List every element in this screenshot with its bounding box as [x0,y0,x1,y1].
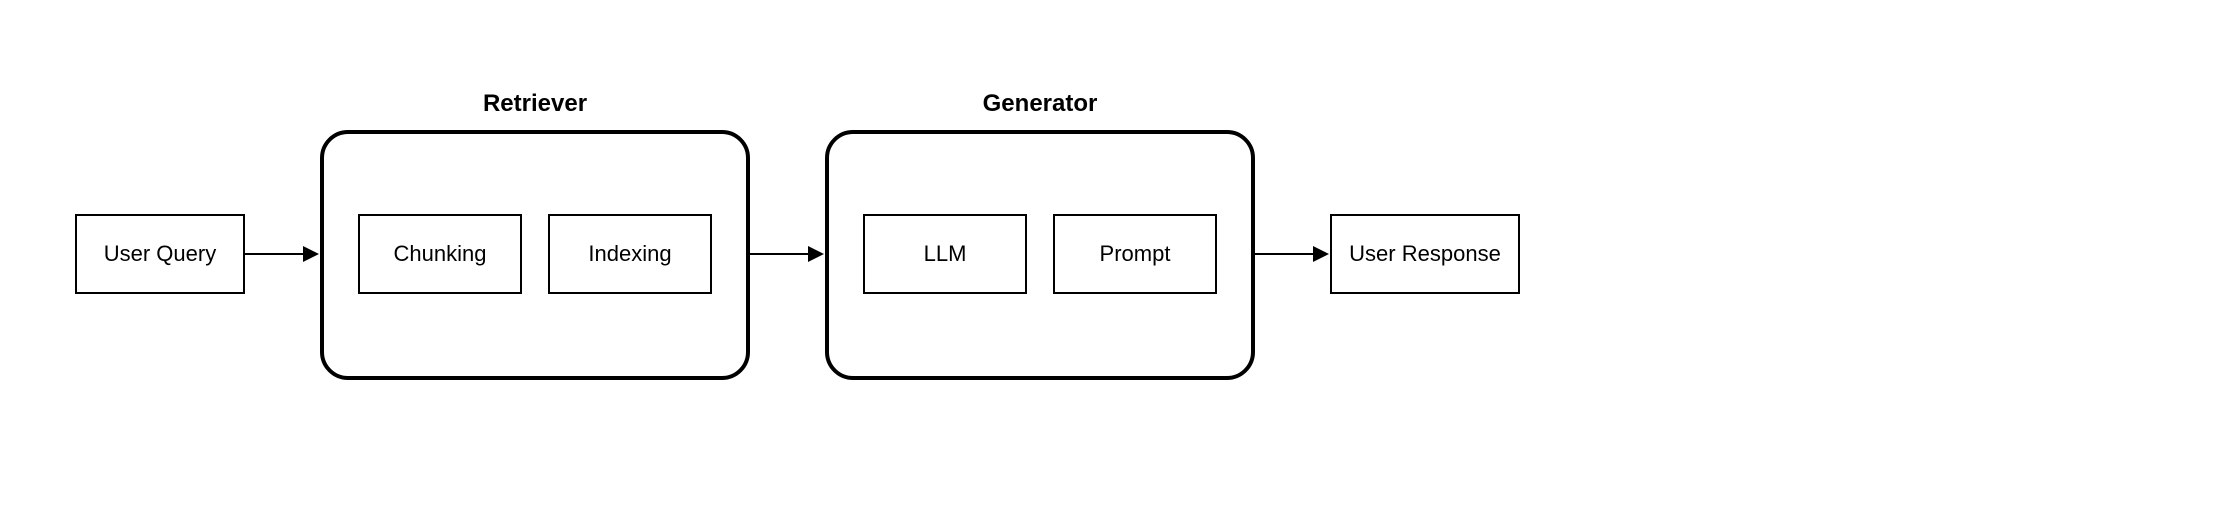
indexing-box: Indexing [548,214,712,294]
arrow-retriever-generator [750,253,810,255]
retriever-group-label: Retriever [320,90,750,118]
generator-group-label: Generator [825,90,1255,118]
user-query-box: User Query [75,214,245,294]
llm-box: LLM [863,214,1027,294]
user-query-label: User Query [104,241,216,267]
pipeline-diagram: User Query Retriever Chunking Indexing G… [0,0,2235,509]
llm-label: LLM [924,241,967,267]
chunking-box: Chunking [358,214,522,294]
arrow-userquery-retriever [245,253,305,255]
arrow-head-generator-userresponse [1313,246,1329,262]
user-response-label: User Response [1349,241,1501,267]
arrow-head-userquery-retriever [303,246,319,262]
prompt-label: Prompt [1100,241,1171,267]
arrow-head-retriever-generator [808,246,824,262]
prompt-box: Prompt [1053,214,1217,294]
indexing-label: Indexing [588,241,671,267]
user-response-box: User Response [1330,214,1520,294]
chunking-label: Chunking [394,241,487,267]
arrow-generator-userresponse [1255,253,1315,255]
